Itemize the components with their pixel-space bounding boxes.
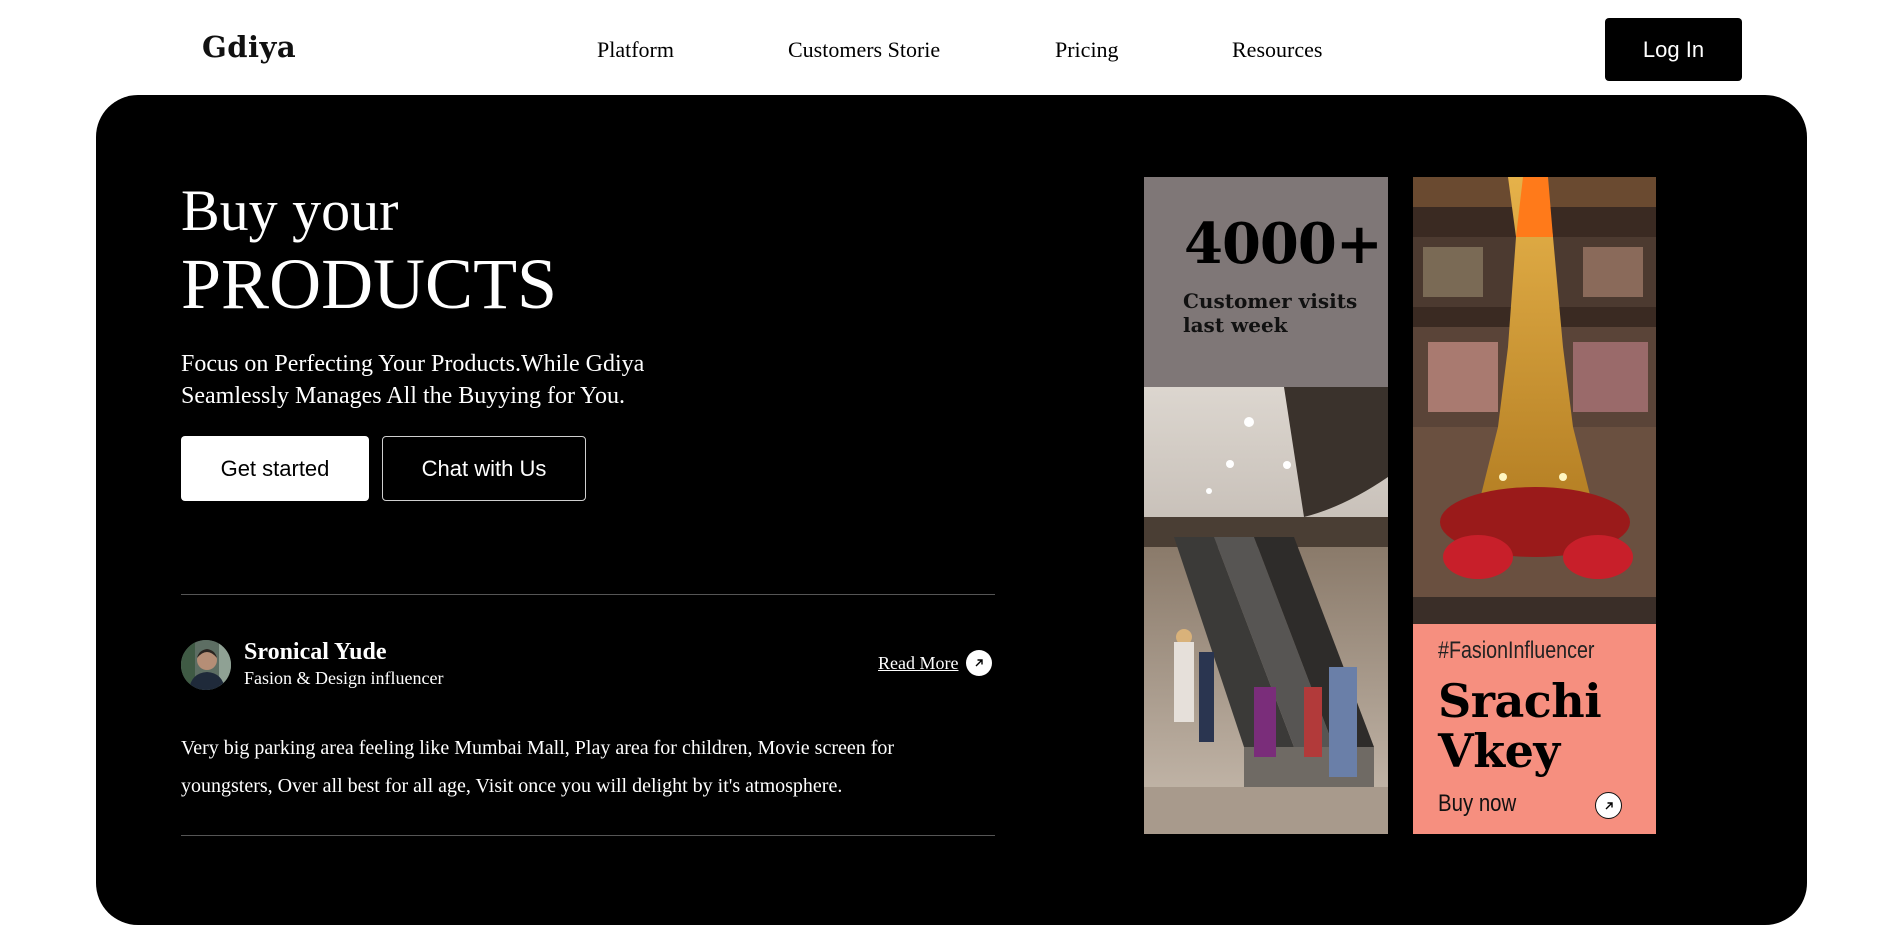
hero-subtitle: Focus on Perfecting Your Products.While … (181, 351, 645, 409)
author-avatar (181, 640, 231, 690)
nav-resources[interactable]: Resources (1232, 37, 1322, 63)
hero-title-line2: PRODUCTS (181, 244, 558, 324)
read-more-link[interactable]: Read More (878, 650, 993, 676)
divider-bottom (181, 835, 995, 836)
read-more-label: Read More (878, 652, 959, 673)
buy-now-link[interactable]: Buy now (1438, 790, 1516, 818)
stats-card: 4000+ Customer visits last week (1144, 177, 1388, 387)
arrow-up-right-icon[interactable] (1595, 792, 1622, 819)
arrow-up-right-icon (966, 650, 993, 676)
influencer-name: Srachi Vkey (1438, 674, 1602, 778)
login-button[interactable]: Log In (1605, 18, 1742, 81)
nav-platform[interactable]: Platform (597, 37, 674, 63)
user-avatar-icon (181, 640, 231, 690)
stat-label: Customer visits last week (1183, 289, 1358, 337)
mall-escalator-photo (1144, 387, 1388, 834)
divider-top (181, 594, 995, 595)
mall-chandelier-photo (1413, 177, 1656, 624)
get-started-button[interactable]: Get started (181, 436, 369, 501)
testimonial-text: Very big parking area feeling like Mumba… (181, 737, 895, 797)
chat-with-us-button[interactable]: Chat with Us (382, 436, 586, 501)
author-name: Sronical Yude (244, 639, 387, 665)
nav-customers-stories[interactable]: Customers Storie (788, 37, 940, 63)
nav-pricing[interactable]: Pricing (1055, 37, 1119, 63)
author-role: Fasion & Design influencer (244, 668, 444, 688)
stat-number: 4000+ (1184, 211, 1383, 277)
influencer-hashtag: #FasionInfluencer (1438, 637, 1595, 664)
influencer-card: #FasionInfluencer Srachi Vkey Buy now (1413, 624, 1656, 834)
hero-title-line1: Buy your (181, 178, 399, 243)
brand-logo[interactable]: Gdiya (202, 30, 296, 64)
